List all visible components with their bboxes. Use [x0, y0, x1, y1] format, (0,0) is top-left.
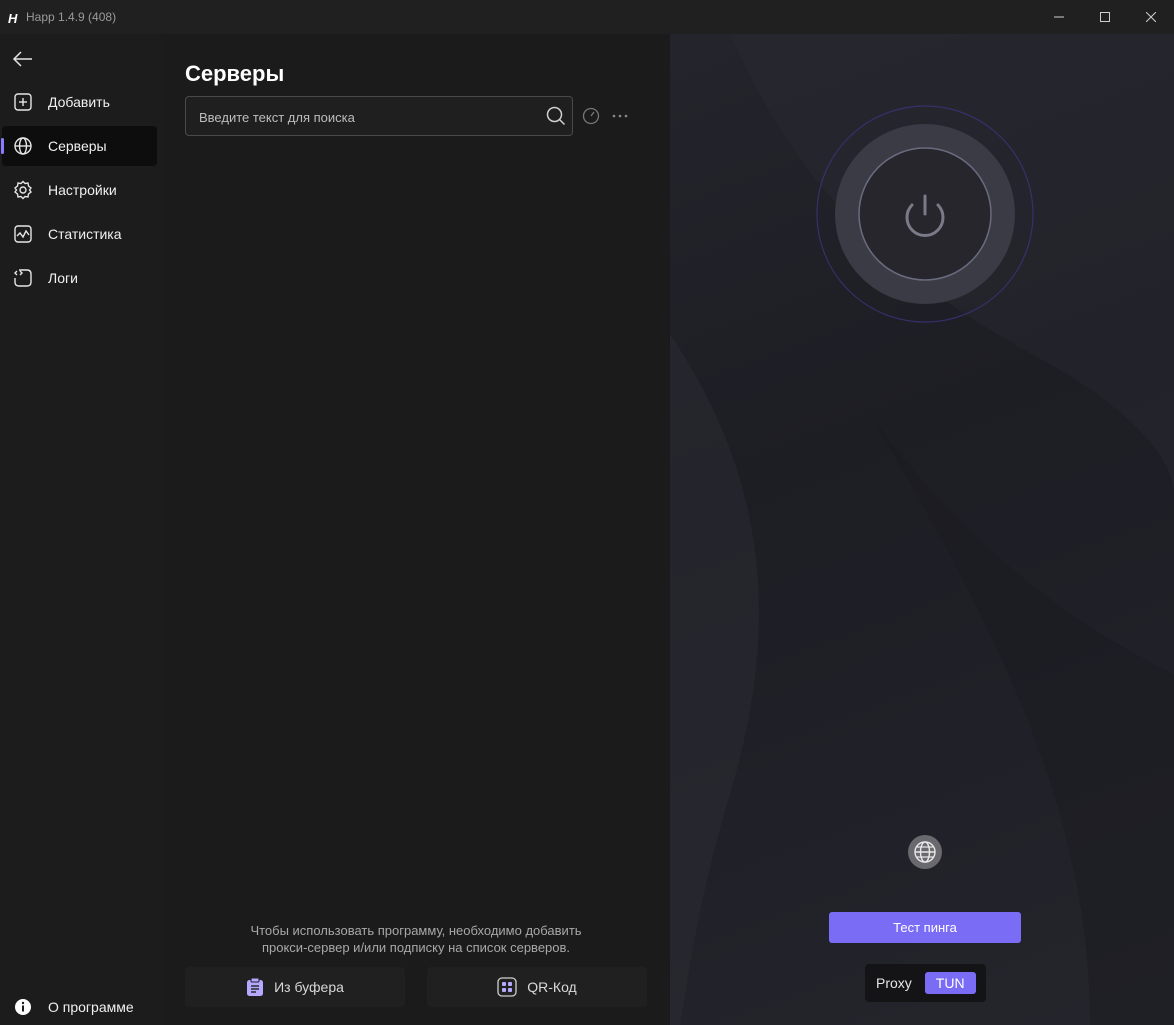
- maximize-icon: [1100, 12, 1110, 22]
- qr-code-button[interactable]: QR-Код: [427, 967, 647, 1007]
- mode-proxy[interactable]: Proxy: [865, 972, 923, 994]
- sidebar-item-label: Серверы: [48, 138, 107, 154]
- globe-icon: [13, 136, 33, 156]
- clipboard-icon: [247, 977, 264, 996]
- ping-test-button[interactable]: Тест пинга: [829, 912, 1021, 943]
- empty-state-message: Чтобы использовать программу, необходимо…: [185, 922, 647, 956]
- sidebar-item-label: О программе: [48, 999, 134, 1015]
- search-box: [185, 96, 573, 137]
- sidebar-item-servers[interactable]: Серверы: [1, 126, 157, 166]
- sidebar-item-about[interactable]: О программе: [2, 989, 157, 1025]
- mode-toggle: Proxy TUN: [865, 964, 986, 1002]
- sidebar-item-settings[interactable]: Настройки: [2, 170, 157, 210]
- sidebar-item-label: Логи: [48, 270, 78, 286]
- power-button[interactable]: [859, 148, 991, 280]
- empty-message-line: Чтобы использовать программу, необходимо…: [250, 923, 582, 938]
- plus-square-icon: [13, 92, 33, 112]
- minimize-button[interactable]: [1036, 0, 1082, 34]
- sidebar-item-label: Статистика: [48, 226, 122, 242]
- window-title: Happ 1.4.9 (408): [26, 10, 117, 24]
- power-button-wrap: [815, 104, 1035, 324]
- more-options-icon[interactable]: [610, 107, 630, 125]
- close-button[interactable]: [1128, 0, 1174, 34]
- window-controls: [1036, 0, 1174, 34]
- page-title: Серверы: [185, 61, 285, 86]
- connection-panel: Тест пинга Proxy TUN: [670, 34, 1174, 1025]
- title-bar: H Happ 1.4.9 (408): [0, 0, 1174, 34]
- sidebar-item-label: Настройки: [48, 182, 117, 198]
- arrow-left-icon: [12, 51, 32, 67]
- from-clipboard-label: Из буфера: [274, 979, 344, 995]
- qr-code-icon: [497, 977, 517, 997]
- sidebar-item-statistics[interactable]: Статистика: [2, 214, 157, 254]
- globe-icon: [914, 841, 936, 863]
- logs-icon: [13, 268, 33, 288]
- sidebar-item-label: Добавить: [48, 94, 110, 110]
- info-icon: [13, 997, 33, 1017]
- mode-tun[interactable]: TUN: [924, 972, 976, 994]
- qr-code-label: QR-Код: [527, 979, 577, 995]
- routing-globe-button[interactable]: [908, 835, 942, 869]
- search-icon[interactable]: [546, 106, 566, 126]
- sidebar-item-add[interactable]: Добавить: [2, 82, 157, 122]
- search-input[interactable]: [197, 97, 531, 137]
- from-clipboard-button[interactable]: Из буфера: [185, 967, 405, 1007]
- minimize-icon: [1054, 16, 1064, 18]
- servers-panel: Серверы Чтобы использовать программу, не…: [162, 34, 670, 1025]
- sidebar: Добавить Серверы Настройки Статистика Ло…: [0, 34, 162, 1025]
- empty-message-line: прокси-сервер и/или подписку на список с…: [261, 940, 571, 955]
- close-icon: [1146, 12, 1156, 22]
- app-logo-icon: H: [8, 11, 18, 26]
- maximize-button[interactable]: [1082, 0, 1128, 34]
- speedometer-icon[interactable]: [582, 107, 600, 125]
- sidebar-item-logs[interactable]: Логи: [2, 258, 157, 298]
- chart-line-icon: [13, 224, 33, 244]
- power-icon: [905, 194, 945, 237]
- gear-icon: [13, 180, 33, 200]
- back-button[interactable]: [12, 48, 34, 70]
